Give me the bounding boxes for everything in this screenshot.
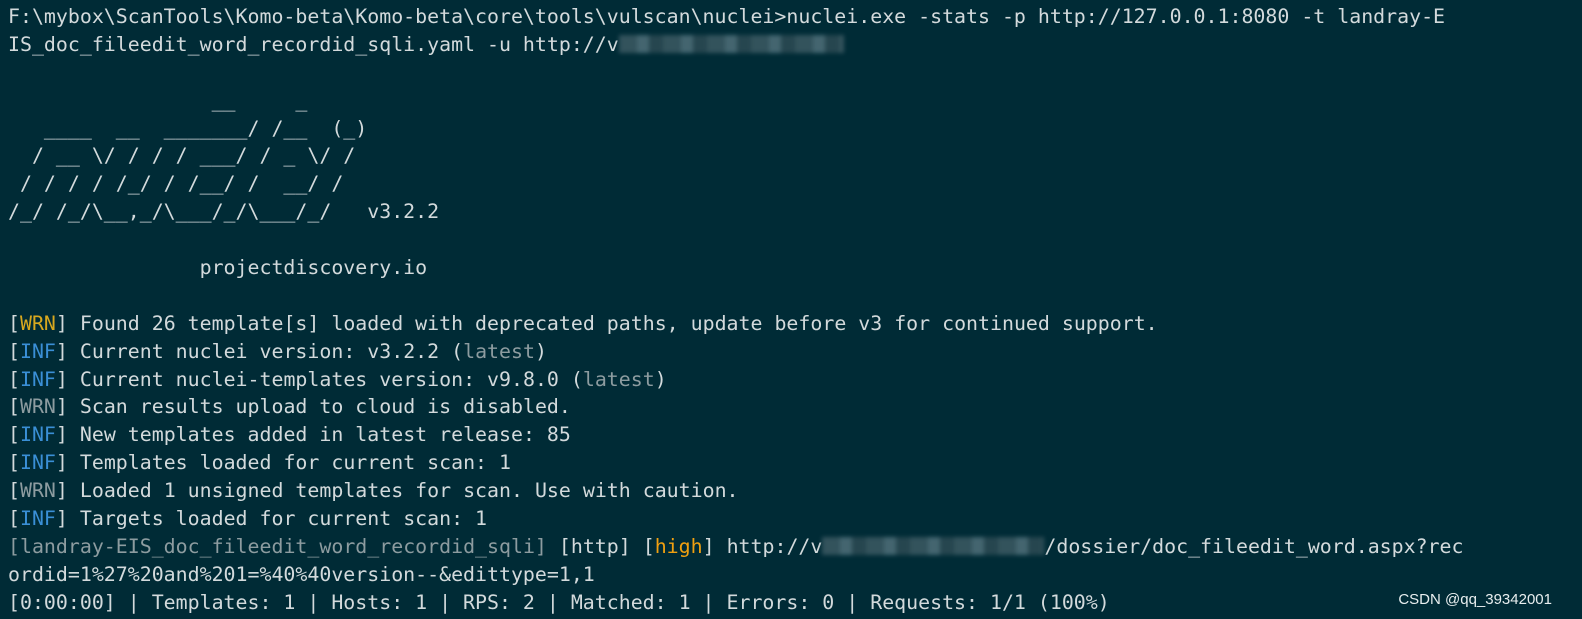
command-line-1: F:\mybox\ScanTools\Komo-beta\Komo-beta\c… [8, 5, 1446, 28]
result-url-line-2: ordid=1%27%20and%201=%40%40version--&edi… [8, 562, 595, 586]
log-latest: latest [463, 339, 535, 363]
result-url-prefix: http://v [726, 534, 823, 558]
terminal-output: F:\mybox\ScanTools\Komo-beta\Komo-beta\c… [8, 3, 1574, 617]
log-tag: INF [19, 451, 56, 475]
log-line: [INF] New templates added in latest rele… [8, 423, 571, 447]
redacted-target [618, 34, 844, 53]
log-tag: INF [19, 423, 56, 447]
banner-line-5: /_/ /_/\__,_/\___/_/\___/_/ v3.2.2 [8, 200, 440, 224]
log-line: [INF] Templates loaded for current scan:… [8, 451, 511, 475]
log-text: Current nuclei version: v3.2.2 ( [67, 339, 464, 363]
command-line-2: IS_doc_fileedit_word_recordid_sqli.yaml … [8, 31, 1574, 59]
log-text: Found 26 template[s] loaded with depreca… [67, 311, 1158, 335]
banner-line-4: / / / / /_/ / /__/ / __/ / [8, 172, 344, 196]
command-line-2-text: IS_doc_fileedit_word_recordid_sqli.yaml … [8, 32, 619, 56]
banner-line-1: __ _ [8, 88, 308, 112]
banner-line-2: ____ __ _______/ /__ (_) [8, 116, 368, 140]
log-text: Targets loaded for current scan: 1 [67, 507, 488, 531]
log-line: [INF] Current nuclei-templates version: … [8, 367, 667, 391]
log-line: [INF] Targets loaded for current scan: 1 [8, 507, 488, 531]
redacted-host [822, 536, 1045, 555]
log-line: [WRN] Scan results upload to cloud is di… [8, 395, 571, 419]
result-line: [landray-EIS_doc_fileedit_word_recordid_… [8, 534, 1464, 558]
banner-line-3: / __ \/ / / / ___/ / _ \/ / [8, 144, 356, 168]
log-tag: WRN [19, 311, 56, 335]
log-line: [INF] Current nuclei version: v3.2.2 (la… [8, 339, 547, 363]
log-tag: INF [19, 339, 56, 363]
log-latest: latest [582, 367, 655, 391]
result-template-id: landray-EIS_doc_fileedit_word_recordid_s… [19, 534, 535, 558]
stats-line: [0:00:00] | Templates: 1 | Hosts: 1 | RP… [8, 590, 1110, 614]
log-tag: INF [19, 367, 56, 391]
log-text: New templates added in latest release: 8… [67, 423, 571, 447]
log-tag: INF [19, 507, 56, 531]
log-suffix: ) [534, 339, 547, 363]
log-line: [WRN] Loaded 1 unsigned templates for sc… [8, 479, 739, 503]
log-text: Loaded 1 unsigned templates for scan. Us… [67, 479, 739, 503]
log-text: Templates loaded for current scan: 1 [67, 451, 511, 475]
log-text: Current nuclei-templates version: v9.8.0… [67, 367, 583, 391]
log-tag: WRN [19, 479, 56, 503]
project-site: projectdiscovery.io [8, 256, 428, 280]
log-suffix: ) [654, 367, 667, 391]
log-tag: WRN [19, 395, 56, 419]
log-line: [WRN] Found 26 template[s] loaded with d… [8, 311, 1158, 335]
result-severity: high [654, 534, 703, 558]
result-protocol: http [570, 534, 619, 558]
result-url-suffix: /dossier/doc_fileedit_word.aspx?rec [1044, 534, 1464, 558]
log-text: Scan results upload to cloud is disabled… [67, 395, 571, 419]
csdn-watermark: CSDN @qq_39342001 [1398, 591, 1552, 608]
